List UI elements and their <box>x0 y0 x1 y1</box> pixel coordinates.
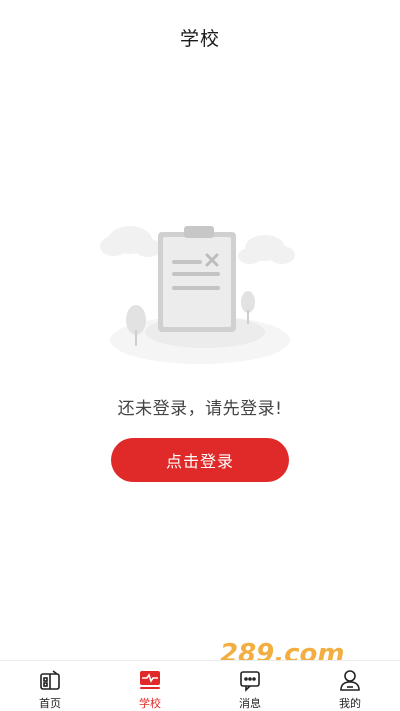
login-button[interactable]: 点击登录 <box>111 438 289 482</box>
tab-messages-label: 消息 <box>239 697 261 710</box>
tab-profile-label: 我的 <box>339 697 361 710</box>
message-icon <box>237 667 263 693</box>
tab-home[interactable]: 首页 <box>0 661 100 711</box>
profile-icon <box>337 667 363 693</box>
tab-school[interactable]: 学校 <box>100 661 200 711</box>
empty-clipboard-illustration <box>100 226 295 364</box>
tab-school-label: 学校 <box>139 697 161 710</box>
not-logged-in-message: 还未登录，请先登录! <box>117 399 283 419</box>
bottom-tab-bar: 首页 学校 消息 我的 <box>0 660 400 711</box>
page-title: 学校 <box>179 27 220 50</box>
school-pulse-icon <box>137 667 163 693</box>
home-building-icon <box>37 667 63 693</box>
tab-home-label: 首页 <box>39 697 61 710</box>
tab-messages[interactable]: 消息 <box>200 661 300 711</box>
tab-profile[interactable]: 我的 <box>300 661 400 711</box>
top-bar: 学校 <box>0 0 400 72</box>
